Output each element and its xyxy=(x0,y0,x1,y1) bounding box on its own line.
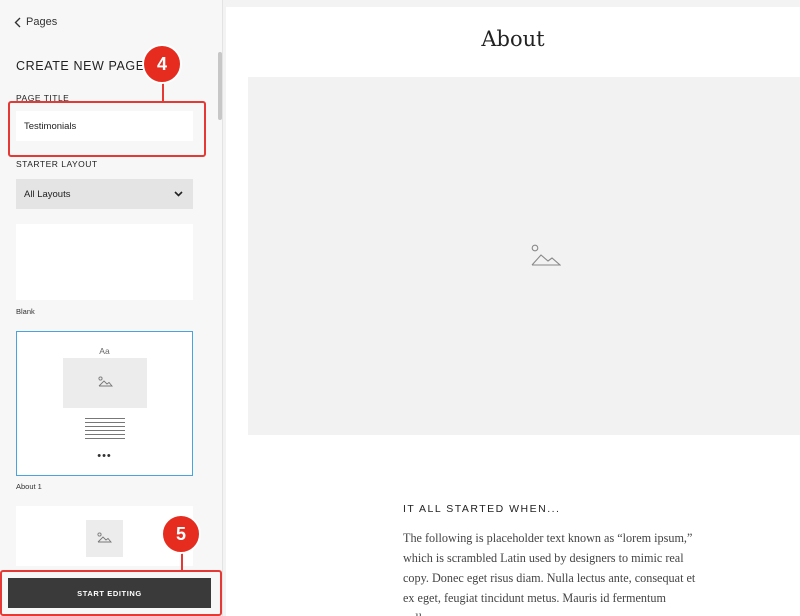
layout-filter-select[interactable]: All Layouts xyxy=(16,179,193,209)
body-paragraph: The following is placeholder text known … xyxy=(403,528,703,616)
thumb-text-lines xyxy=(85,418,125,442)
image-placeholder-icon xyxy=(531,244,562,271)
layout-caption-blank: Blank xyxy=(16,307,35,316)
more-dots-icon: ••• xyxy=(97,450,112,462)
starter-layout-label: STARTER LAYOUT xyxy=(16,159,98,169)
step-4-badge: 4 xyxy=(142,44,182,84)
image-placeholder-icon xyxy=(97,530,112,548)
thumb-heading-text: Aa xyxy=(99,346,110,356)
step-4-connector xyxy=(162,82,164,102)
sidebar-heading: CREATE NEW PAGE xyxy=(16,59,145,73)
chevron-down-icon xyxy=(174,189,183,200)
body-line: ex eget, feugiat tincidunt metus. Mauris… xyxy=(403,591,666,605)
thumb-image-block xyxy=(63,358,147,408)
body-line: The following is placeholder text known … xyxy=(403,531,693,545)
step-5-connector xyxy=(181,552,183,570)
body-line: copy. Donec eget risus diam. Nulla lectu… xyxy=(403,571,696,585)
layout-card-blank[interactable] xyxy=(16,224,193,300)
thumb-image-block xyxy=(86,520,123,557)
layout-caption-about-1: About 1 xyxy=(16,482,42,491)
back-link-label: Pages xyxy=(26,16,58,28)
back-to-pages-link[interactable]: Pages xyxy=(14,14,57,30)
image-placeholder-icon xyxy=(97,374,113,392)
sidebar-scrollbar-thumb[interactable] xyxy=(218,52,222,120)
body-line: which is scrambled Latin used by designe… xyxy=(403,551,684,565)
section-heading: IT ALL STARTED WHEN... xyxy=(403,503,561,515)
page-preview: About IT ALL STARTED WHEN... The followi… xyxy=(226,7,800,616)
hero-image-placeholder xyxy=(248,77,800,435)
chevron-left-icon xyxy=(14,17,21,28)
highlight-page-title xyxy=(8,101,206,157)
preview-page-title: About xyxy=(481,27,545,51)
highlight-start-editing xyxy=(0,570,222,616)
step-5-badge: 5 xyxy=(161,514,201,554)
layout-card-about-1[interactable]: Aa ••• xyxy=(16,331,193,476)
body-line: nulla. xyxy=(403,608,703,616)
layout-filter-value: All Layouts xyxy=(24,188,71,200)
